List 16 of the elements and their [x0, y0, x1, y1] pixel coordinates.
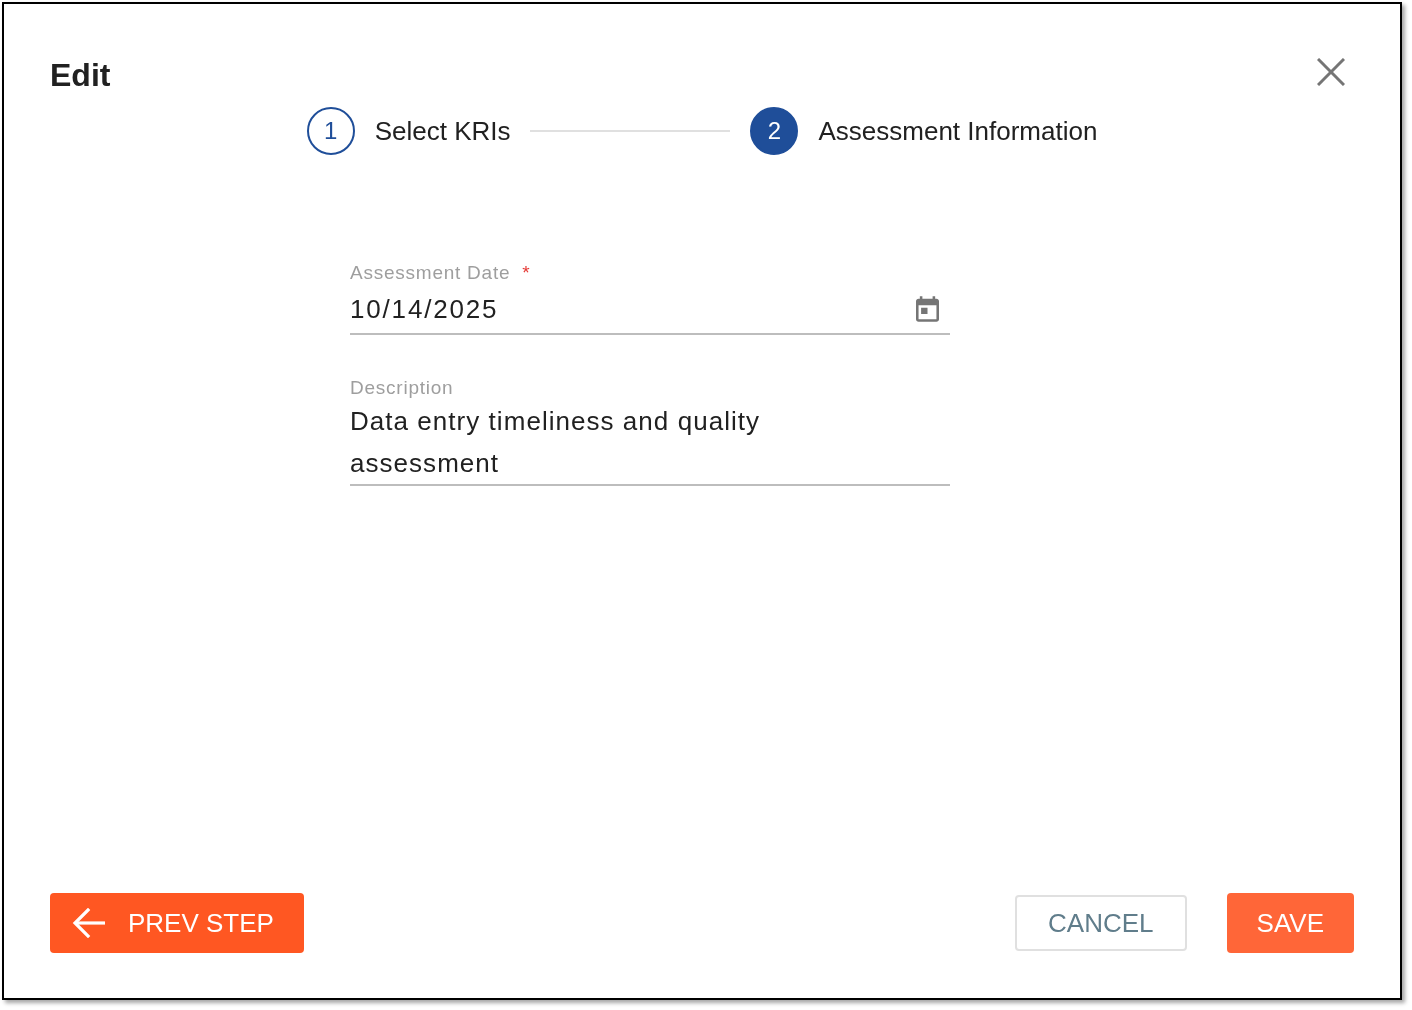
save-button[interactable]: SAVE	[1226, 893, 1354, 953]
cancel-button[interactable]: CANCEL	[1015, 895, 1187, 951]
field-label: Description	[350, 376, 454, 400]
required-mark: *	[522, 261, 530, 285]
step-label: Select KRIs	[374, 114, 511, 148]
description-field[interactable]: Data entry timeliness and quality assessment	[350, 400, 950, 486]
close-button[interactable]	[1316, 57, 1346, 87]
field-label: Assessment Date	[350, 261, 511, 285]
close-icon	[1317, 58, 1345, 86]
step-number: 2	[750, 107, 799, 155]
date-field[interactable]: 10/14/2025	[350, 285, 950, 335]
dialog-title: Edit	[50, 56, 111, 95]
prev-step-button[interactable]: PREV STEP	[50, 893, 304, 953]
step-number: 1	[306, 107, 355, 155]
calendar-icon[interactable]	[916, 296, 939, 322]
step-label: Assessment Information	[818, 114, 1098, 148]
